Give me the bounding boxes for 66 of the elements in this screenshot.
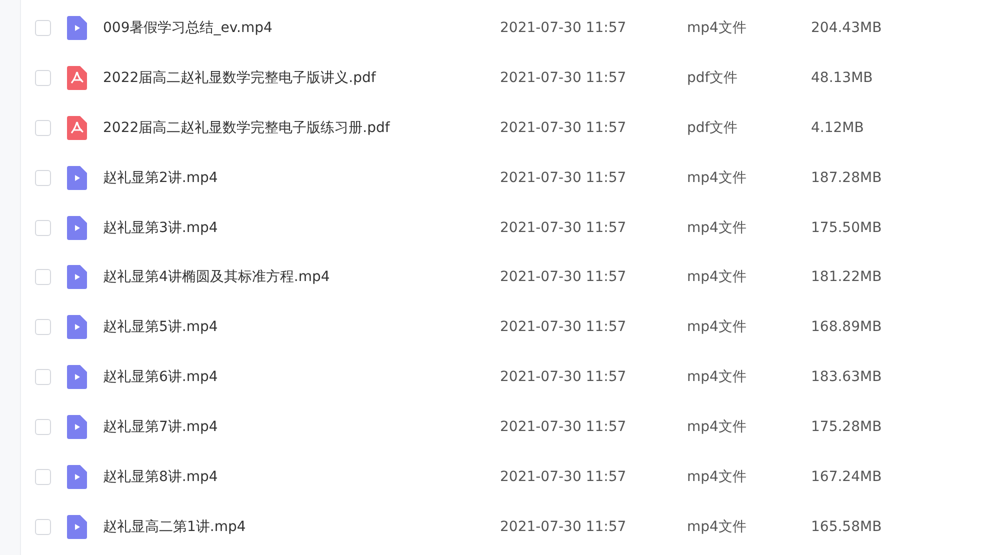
modified-date: 2021-07-30 11:57 xyxy=(500,220,628,236)
file-type: mp4文件 xyxy=(687,18,748,37)
video-file-icon xyxy=(67,464,87,489)
file-size: 204.43MB xyxy=(811,20,882,36)
checkbox[interactable] xyxy=(35,319,51,336)
file-size: 175.28MB xyxy=(811,419,882,436)
modified-date: 2021-07-30 11:57 xyxy=(500,170,628,186)
file-size: 181.22MB xyxy=(811,269,882,286)
file-type: mp4文件 xyxy=(687,218,748,236)
video-file-icon xyxy=(67,166,87,190)
file-name[interactable]: 赵礼显第7讲.mp4 xyxy=(103,418,500,436)
checkbox[interactable] xyxy=(35,269,51,286)
modified-date: 2021-07-30 11:57 xyxy=(500,120,628,136)
video-file-icon xyxy=(67,265,87,290)
checkbox[interactable] xyxy=(35,468,51,485)
file-type: mp4文件 xyxy=(687,368,748,386)
file-type: pdf文件 xyxy=(687,118,739,137)
checkbox[interactable] xyxy=(35,369,51,386)
video-file-icon xyxy=(67,216,87,240)
file-name[interactable]: 2022届高二赵礼显数学完整电子版讲义.pdf xyxy=(103,68,500,87)
video-file-icon xyxy=(67,315,87,340)
file-name[interactable]: 赵礼显第2讲.mp4 xyxy=(103,168,500,187)
file-name[interactable]: 赵礼显第5讲.mp4 xyxy=(103,318,500,336)
pdf-file-icon xyxy=(67,116,87,140)
file-name[interactable]: 赵礼显高二第1讲.mp4 xyxy=(103,518,500,536)
file-name[interactable]: 2022届高二赵礼显数学完整电子版练习册.pdf xyxy=(103,118,500,137)
file-size: 4.12MB xyxy=(811,120,864,136)
video-file-icon xyxy=(67,365,87,390)
file-size: 48.13MB xyxy=(811,70,873,86)
file-type: pdf文件 xyxy=(687,68,739,87)
file-name[interactable]: 赵礼显第3讲.mp4 xyxy=(103,218,500,236)
file-name[interactable]: 赵礼显第4讲椭圆及其标准方程.mp4 xyxy=(103,268,500,286)
file-name[interactable]: 赵礼显第8讲.mp4 xyxy=(103,468,500,486)
checkbox[interactable] xyxy=(35,20,51,36)
modified-date: 2021-07-30 11:57 xyxy=(500,319,628,336)
file-size: 165.58MB xyxy=(811,518,882,535)
file-size: 183.63MB xyxy=(811,369,882,386)
file-type: mp4文件 xyxy=(687,418,748,436)
modified-date: 2021-07-30 11:57 xyxy=(500,20,628,36)
file-type: mp4文件 xyxy=(687,468,748,486)
file-size: 175.50MB xyxy=(811,220,882,236)
modified-date: 2021-07-30 11:57 xyxy=(500,269,628,286)
video-file-icon xyxy=(67,514,87,539)
file-type: mp4文件 xyxy=(687,518,748,536)
checkbox[interactable] xyxy=(35,120,51,136)
checkbox[interactable] xyxy=(35,170,51,186)
checkbox[interactable] xyxy=(35,220,51,236)
file-name[interactable]: 009暑假学习总结_ev.mp4 xyxy=(103,18,500,37)
video-file-icon xyxy=(67,16,87,40)
modified-date: 2021-07-30 11:57 xyxy=(500,70,628,86)
file-type: mp4文件 xyxy=(687,318,748,336)
file-size: 187.28MB xyxy=(811,170,882,186)
modified-date: 2021-07-30 11:57 xyxy=(500,369,628,386)
file-type: mp4文件 xyxy=(687,168,748,187)
checkbox[interactable] xyxy=(35,70,51,86)
checkbox[interactable] xyxy=(35,419,51,436)
checkbox[interactable] xyxy=(35,518,51,535)
file-size: 167.24MB xyxy=(811,468,882,485)
modified-date: 2021-07-30 11:57 xyxy=(500,518,628,535)
pdf-file-icon xyxy=(67,66,87,90)
file-size: 168.89MB xyxy=(811,319,882,336)
file-type: mp4文件 xyxy=(687,268,748,286)
modified-date: 2021-07-30 11:57 xyxy=(500,419,628,436)
modified-date: 2021-07-30 11:57 xyxy=(500,468,628,485)
file-name[interactable]: 赵礼显第6讲.mp4 xyxy=(103,368,500,386)
video-file-icon xyxy=(67,415,87,440)
